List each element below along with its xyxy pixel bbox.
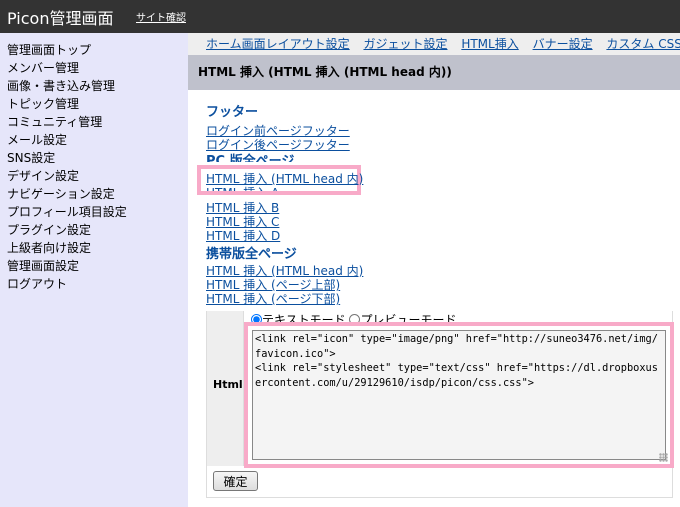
sidebar-item[interactable]: メール設定: [0, 131, 188, 149]
sidebar-item[interactable]: 管理画面設定: [0, 257, 188, 275]
link-pc-head[interactable]: HTML 挿入 (HTML head 内): [206, 172, 363, 186]
section-title-mobile: 携帯版全ページ: [206, 247, 297, 262]
top-nav: ホーム画面レイアウト設定 ガジェット設定 HTML挿入 バナー設定 カスタム C…: [188, 33, 680, 55]
sidebar-item[interactable]: 画像・書き込み管理: [0, 77, 188, 95]
sidebar-item[interactable]: プロフィール項目設定: [0, 203, 188, 221]
html-form: Html テキストモード プレビューモード <link rel="icon" t…: [206, 311, 674, 498]
page-title: HTML 挿入 (HTML 挿入 (HTML head 内)): [188, 55, 680, 90]
sidebar-item[interactable]: トピック管理: [0, 95, 188, 113]
header: Picon管理画面 サイト確認: [0, 0, 680, 33]
sidebar-item[interactable]: 管理画面トップ: [0, 41, 188, 59]
sidebar-item[interactable]: デザイン設定: [0, 167, 188, 185]
section-title-footer: フッター: [206, 105, 259, 120]
html-textarea[interactable]: <link rel="icon" type="image/png" href="…: [252, 330, 666, 460]
logo[interactable]: Picon管理画面: [7, 5, 113, 29]
link-mobile-bottom[interactable]: HTML 挿入 (ページ下部): [206, 292, 340, 306]
label-cell: Html: [207, 311, 244, 466]
section-title-pc: PC 版全ページ: [206, 154, 295, 162]
html-label: Html: [213, 378, 243, 391]
link-mobile-top[interactable]: HTML 挿入 (ページ上部): [206, 278, 340, 292]
sidebar-item[interactable]: プラグイン設定: [0, 221, 188, 239]
link-pc-b[interactable]: HTML 挿入 B: [206, 201, 279, 215]
tab-gadget[interactable]: ガジェット設定: [363, 37, 447, 51]
tab-banner[interactable]: バナー設定: [533, 37, 593, 51]
tab-html-insert[interactable]: HTML挿入: [461, 37, 518, 51]
sidebar-item[interactable]: コミュニティ管理: [0, 113, 188, 131]
sidebar-item[interactable]: ナビゲーション設定: [0, 185, 188, 203]
site-link[interactable]: サイト確認: [136, 9, 186, 24]
highlight-box: <link rel="icon" type="image/png" href="…: [244, 322, 674, 468]
tab-custom-css[interactable]: カスタム CSS 設定: [606, 37, 680, 51]
sidebar-item[interactable]: メンバー管理: [0, 59, 188, 77]
link-footer-before-login[interactable]: ログイン前ページフッター: [206, 124, 350, 138]
link-pc-d[interactable]: HTML 挿入 D: [206, 229, 280, 243]
sidebar-item[interactable]: 上級者向け設定: [0, 239, 188, 257]
tab-home-layout[interactable]: ホーム画面レイアウト設定: [206, 37, 350, 51]
link-pc-c[interactable]: HTML 挿入 C: [206, 215, 279, 229]
sidebar-item[interactable]: ログアウト: [0, 275, 188, 293]
sidebar-item[interactable]: SNS設定: [0, 149, 188, 167]
submit-button[interactable]: 確定: [213, 471, 258, 491]
resize-grip-icon[interactable]: [659, 453, 668, 462]
sidebar: 管理画面トップ メンバー管理 画像・書き込み管理 トピック管理 コミュニティ管理…: [0, 33, 188, 507]
link-mobile-head[interactable]: HTML 挿入 (HTML head 内): [206, 264, 363, 278]
